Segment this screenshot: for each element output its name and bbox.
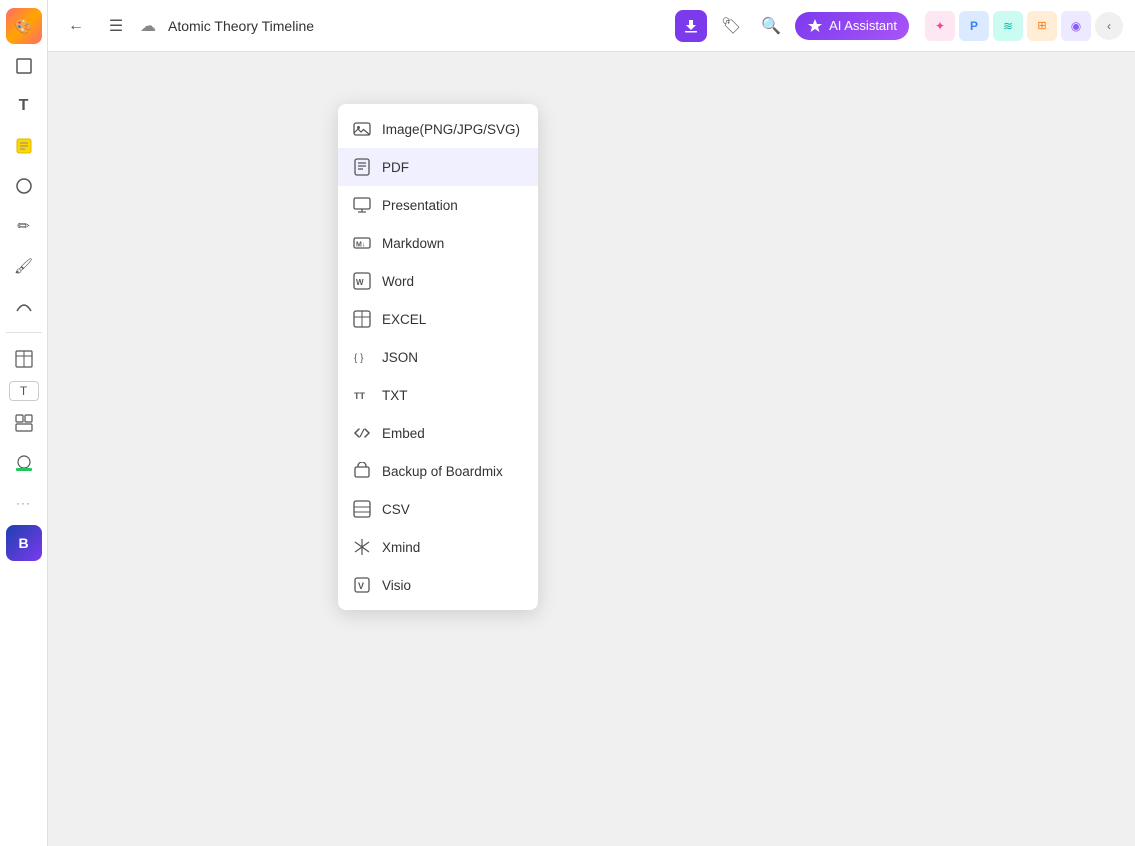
visio-icon: V <box>352 575 372 595</box>
topbar-icon-pink[interactable]: ✦ <box>925 11 955 41</box>
cloud-icon: ☁ <box>140 16 156 36</box>
markdown-icon: M↓ <box>352 233 372 253</box>
export-visio-label: Visio <box>382 578 411 593</box>
main-area: ← ☰ ☁ Atomic Theory Timeline 🏷 🔍 AI Assi… <box>48 0 1135 846</box>
sidebar: 🎨 T ✏ 🖌 T <box>0 0 48 846</box>
sidebar-item-color[interactable] <box>6 445 42 481</box>
export-backup-label: Backup of Boardmix <box>382 464 503 479</box>
export-excel-label: EXCEL <box>382 312 426 327</box>
excel-icon <box>352 309 372 329</box>
export-presentation-item[interactable]: Presentation <box>338 186 538 224</box>
export-presentation-label: Presentation <box>382 198 458 213</box>
export-csv-item[interactable]: CSV <box>338 490 538 528</box>
image-icon <box>352 119 372 139</box>
export-word-item[interactable]: W Word <box>338 262 538 300</box>
sidebar-item-plugin[interactable]: B <box>6 525 42 561</box>
sidebar-item-frame[interactable] <box>6 48 42 84</box>
export-embed-item[interactable]: Embed <box>338 414 538 452</box>
download-button[interactable] <box>675 10 707 42</box>
export-txt-label: TXT <box>382 388 408 403</box>
export-markdown-label: Markdown <box>382 236 444 251</box>
xmind-icon <box>352 537 372 557</box>
export-txt-item[interactable]: TT TXT <box>338 376 538 414</box>
sidebar-item-more[interactable]: ··· <box>6 485 42 521</box>
svg-text:W: W <box>356 278 364 287</box>
backup-icon <box>352 461 372 481</box>
export-backup-item[interactable]: Backup of Boardmix <box>338 452 538 490</box>
sidebar-item-layout[interactable] <box>6 405 42 441</box>
sidebar-item-text[interactable]: T <box>6 88 42 124</box>
svg-text:V: V <box>358 581 364 591</box>
txt-icon: TT <box>352 385 372 405</box>
export-visio-item[interactable]: V Visio <box>338 566 538 604</box>
sidebar-item-pen[interactable]: ✏ <box>6 208 42 244</box>
export-embed-label: Embed <box>382 426 425 441</box>
ai-assistant-button[interactable]: AI Assistant <box>795 12 909 40</box>
sidebar-item-curve[interactable] <box>6 288 42 324</box>
topbar: ← ☰ ☁ Atomic Theory Timeline 🏷 🔍 AI Assi… <box>48 0 1135 52</box>
sidebar-item-shape[interactable] <box>6 168 42 204</box>
menu-button[interactable]: ☰ <box>100 10 132 42</box>
export-markdown-item[interactable]: M↓ Markdown <box>338 224 538 262</box>
sidebar-item-text2[interactable]: T <box>9 381 39 401</box>
json-icon: { } <box>352 347 372 367</box>
topbar-icon-purple[interactable]: ◉ <box>1061 11 1091 41</box>
export-xmind-item[interactable]: Xmind <box>338 528 538 566</box>
presentation-icon <box>352 195 372 215</box>
sidebar-item-sticky[interactable] <box>6 128 42 164</box>
export-dropdown: Image(PNG/JPG/SVG) PDF Presentation M↓ M… <box>338 104 538 610</box>
search-button[interactable]: 🔍 <box>755 10 787 42</box>
svg-text:M↓: M↓ <box>356 242 365 249</box>
tag-button[interactable]: 🏷 <box>715 10 747 42</box>
export-pdf-label: PDF <box>382 160 409 175</box>
topbar-icon-blue[interactable]: P <box>959 11 989 41</box>
embed-icon <box>352 423 372 443</box>
topbar-icon-teal[interactable]: ≋ <box>993 11 1023 41</box>
topbar-right-icons: ✦ P ≋ ⊞ ◉ ‹ <box>925 11 1123 41</box>
export-xmind-label: Xmind <box>382 540 420 555</box>
word-icon: W <box>352 271 372 291</box>
export-csv-label: CSV <box>382 502 410 517</box>
sidebar-item-gradient[interactable]: 🎨 <box>6 8 42 44</box>
svg-text:{ }: { } <box>354 353 364 364</box>
export-pdf-item[interactable]: PDF <box>338 148 538 186</box>
collapse-button[interactable]: ‹ <box>1095 12 1123 40</box>
canvas-container: Image(PNG/JPG/SVG) PDF Presentation M↓ M… <box>48 52 1135 846</box>
export-image-item[interactable]: Image(PNG/JPG/SVG) <box>338 110 538 148</box>
document-title: Atomic Theory Timeline <box>168 18 667 34</box>
export-word-label: Word <box>382 274 414 289</box>
back-button[interactable]: ← <box>60 10 92 42</box>
export-image-label: Image(PNG/JPG/SVG) <box>382 122 520 137</box>
export-excel-item[interactable]: EXCEL <box>338 300 538 338</box>
sidebar-item-table[interactable] <box>6 341 42 377</box>
export-json-label: JSON <box>382 350 418 365</box>
svg-text:TT: TT <box>354 391 365 401</box>
sidebar-item-brush[interactable]: 🖌 <box>6 248 42 284</box>
topbar-icon-orange[interactable]: ⊞ <box>1027 11 1057 41</box>
export-json-item[interactable]: { } JSON <box>338 338 538 376</box>
ai-assistant-label: AI Assistant <box>829 18 897 33</box>
pdf-icon <box>352 157 372 177</box>
csv-icon <box>352 499 372 519</box>
